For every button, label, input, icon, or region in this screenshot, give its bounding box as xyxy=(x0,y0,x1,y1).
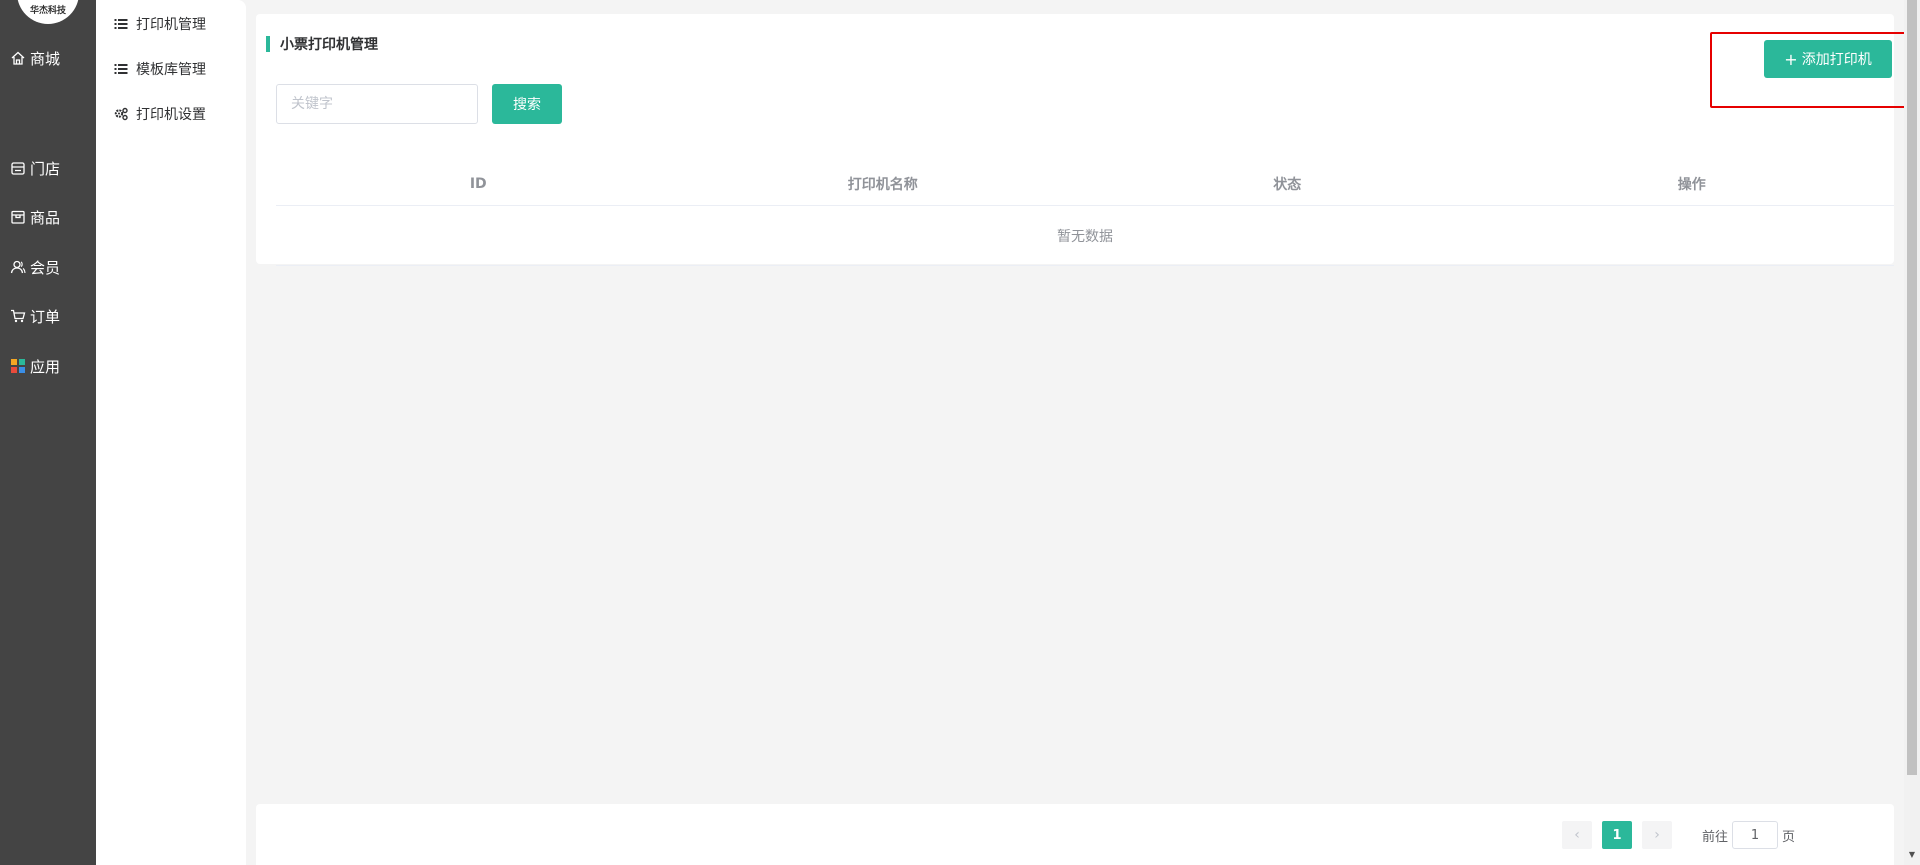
nav-item-apps[interactable]: 应用 xyxy=(10,354,60,378)
member-icon xyxy=(10,259,26,275)
table-header: ID 打印机名称 状态 操作 xyxy=(276,162,1894,206)
nav-item-store[interactable]: 门店 xyxy=(10,156,60,180)
gears-icon xyxy=(114,107,128,121)
chevron-right-icon: › xyxy=(1654,827,1660,843)
chevron-left-icon: ‹ xyxy=(1574,827,1580,843)
pagination-bar: ‹ 1 › 前往 页 xyxy=(256,804,1894,865)
nav-item-orders[interactable]: 订单 xyxy=(10,304,60,328)
nav-item-member[interactable]: 会员 xyxy=(10,255,60,279)
list-icon xyxy=(114,17,128,31)
main-nav: 华杰科技 商城 门店 商品 会员 订单 应用 xyxy=(0,0,96,865)
main-content: 小票打印机管理 + 添加打印机 搜索 ID 打印机名称 状态 操作 暂无数据 ‹… xyxy=(246,0,1920,865)
nav-label: 商品 xyxy=(30,208,61,227)
submenu-label: 模板库管理 xyxy=(136,62,206,78)
nav-label: 商城 xyxy=(30,49,61,68)
column-header-printer-name: 打印机名称 xyxy=(847,176,918,193)
logo-text: 华杰科技 xyxy=(29,6,66,16)
prev-page-button[interactable]: ‹ xyxy=(1562,821,1592,849)
page-scrollbar[interactable]: ▼ xyxy=(1904,0,1920,865)
store-icon xyxy=(10,160,26,176)
column-header-status: 状态 xyxy=(1273,176,1302,193)
column-header-actions: 操作 xyxy=(1677,176,1706,193)
scroll-down-arrow-icon[interactable]: ▼ xyxy=(1907,849,1917,861)
printer-table: ID 打印机名称 状态 操作 暂无数据 xyxy=(276,162,1894,266)
page-number-current[interactable]: 1 xyxy=(1602,821,1632,849)
table-empty-text: 暂无数据 xyxy=(276,206,1894,266)
nav-item-goods[interactable]: 商品 xyxy=(10,205,60,229)
cart-icon xyxy=(10,308,26,324)
next-page-button[interactable]: › xyxy=(1642,821,1672,849)
nav-label: 会员 xyxy=(30,258,61,277)
submenu-label: 打印机管理 xyxy=(136,17,206,33)
submenu-item-printer-settings[interactable]: 打印机设置 xyxy=(114,103,206,125)
brand-logo: 华杰科技 xyxy=(17,0,79,24)
printer-list-card: 小票打印机管理 + 添加打印机 搜索 ID 打印机名称 状态 操作 暂无数据 xyxy=(256,14,1920,266)
submenu-item-template-library[interactable]: 模板库管理 xyxy=(114,58,206,80)
pagination: ‹ 1 › 前往 页 xyxy=(1562,821,1795,849)
plus-icon: + xyxy=(1784,49,1798,69)
goto-suffix: 页 xyxy=(1782,829,1796,845)
list-icon xyxy=(114,62,128,76)
goto-label: 前往 xyxy=(1702,829,1729,845)
page-title: 小票打印机管理 xyxy=(280,37,378,53)
search-button[interactable]: 搜索 xyxy=(492,84,562,124)
goto-page-input[interactable] xyxy=(1732,821,1779,849)
column-header-id: ID xyxy=(469,175,487,192)
home-icon xyxy=(10,50,26,66)
nav-item-mall[interactable]: 商城 xyxy=(10,46,60,70)
goods-icon xyxy=(10,209,26,225)
nav-label: 门店 xyxy=(30,159,61,178)
title-accent-bar xyxy=(266,36,270,52)
submenu-item-printer-management[interactable]: 打印机管理 xyxy=(114,13,206,35)
add-printer-button[interactable]: + 添加打印机 xyxy=(1764,40,1892,78)
nav-label: 应用 xyxy=(30,357,61,376)
sub-menu: 打印机管理 模板库管理 打印机设置 xyxy=(96,0,246,865)
add-printer-label: 添加打印机 xyxy=(1801,52,1872,68)
scrollbar-thumb[interactable] xyxy=(1907,0,1917,775)
apps-icon xyxy=(10,358,26,374)
nav-label: 订单 xyxy=(30,307,61,326)
submenu-label: 打印机设置 xyxy=(136,107,206,123)
keyword-search-input[interactable] xyxy=(276,84,478,124)
